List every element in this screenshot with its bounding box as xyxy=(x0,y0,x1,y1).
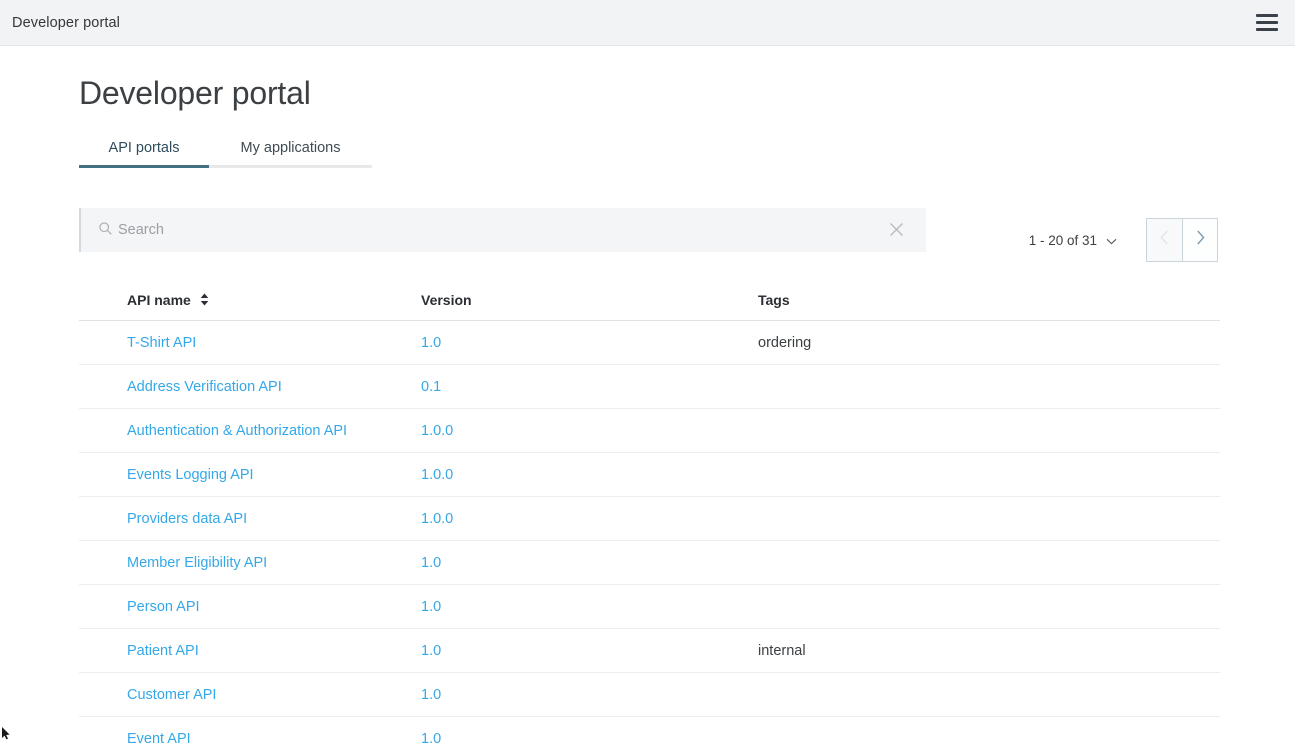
chevron-left-icon xyxy=(1160,230,1169,250)
cell-version: 1.0 xyxy=(421,585,758,629)
chevron-right-icon xyxy=(1196,230,1205,250)
page-range-label: 1 - 20 of 31 xyxy=(1029,233,1097,248)
search-input[interactable] xyxy=(81,208,926,252)
table-header: API name Version Tags xyxy=(79,292,1220,321)
previous-page-button[interactable] xyxy=(1146,218,1182,262)
table-body: T-Shirt API1.0orderingAddress Verificati… xyxy=(79,321,1220,745)
search-icon xyxy=(99,222,112,235)
api-name-link[interactable]: Customer API xyxy=(127,687,216,703)
cell-api-name: Authentication & Authorization API xyxy=(79,409,421,453)
cell-version: 0.1 xyxy=(421,365,758,409)
table-row[interactable]: Event API 1.0 xyxy=(79,717,1220,745)
table-row[interactable]: Member Eligibility API 1.0 xyxy=(79,541,1220,585)
api-name-link[interactable]: Address Verification API xyxy=(127,379,282,395)
api-version-link[interactable]: 1.0 xyxy=(421,599,441,615)
table-row[interactable]: T-Shirt API 1.0 ordering xyxy=(79,321,1220,365)
cell-api-name: T-Shirt API xyxy=(79,321,421,365)
api-name-link[interactable]: Providers data API xyxy=(127,511,247,527)
table-header-row: API name Version Tags xyxy=(79,292,1220,321)
api-name-link[interactable]: Person API xyxy=(127,599,200,615)
controls-row: 1 - 20 of 31 xyxy=(79,208,1295,262)
cell-tags xyxy=(758,409,1220,453)
mouse-cursor-artifact xyxy=(2,727,11,740)
cell-tags xyxy=(758,541,1220,585)
table-row[interactable]: Address Verification API 0.1 xyxy=(79,365,1220,409)
cell-tags: internal xyxy=(758,629,1220,673)
tab-my-applications[interactable]: My applications xyxy=(209,140,372,168)
api-name-link[interactable]: Authentication & Authorization API xyxy=(127,423,347,439)
cell-tags xyxy=(758,673,1220,717)
api-version-link[interactable]: 1.0 xyxy=(421,335,441,351)
column-header-tags: Tags xyxy=(758,292,1220,321)
tab-api-portals[interactable]: API portals xyxy=(79,140,209,168)
api-version-link[interactable]: 1.0 xyxy=(421,731,441,745)
api-version-link[interactable]: 1.0 xyxy=(421,555,441,571)
api-version-link[interactable]: 0.1 xyxy=(421,379,441,395)
cell-version: 1.0.0 xyxy=(421,497,758,541)
api-name-link[interactable]: T-Shirt API xyxy=(127,335,196,351)
pagination: 1 - 20 of 31 xyxy=(1029,208,1218,262)
api-name-link[interactable]: Member Eligibility API xyxy=(127,555,267,571)
cell-api-name: Patient API xyxy=(79,629,421,673)
next-page-button[interactable] xyxy=(1182,218,1218,262)
api-name-link[interactable]: Patient API xyxy=(127,643,199,659)
cell-api-name: Events Logging API xyxy=(79,453,421,497)
hamburger-line xyxy=(1256,14,1278,17)
cell-api-name: Event API xyxy=(79,717,421,745)
search-box[interactable] xyxy=(79,208,926,252)
tab-bar: API portals My applications xyxy=(79,140,372,168)
chevron-down-icon xyxy=(1106,233,1117,248)
cell-tags xyxy=(758,365,1220,409)
table-row[interactable]: Authentication & Authorization API 1.0.0 xyxy=(79,409,1220,453)
api-name-link[interactable]: Events Logging API xyxy=(127,467,254,483)
table-row[interactable]: Events Logging API 1.0.0 xyxy=(79,453,1220,497)
cell-tags: ordering xyxy=(758,321,1220,365)
cell-version: 1.0.0 xyxy=(421,453,758,497)
sort-arrows-icon[interactable] xyxy=(200,293,209,309)
table-row[interactable]: Customer API 1.0 xyxy=(79,673,1220,717)
hamburger-line xyxy=(1256,28,1278,31)
pagination-buttons xyxy=(1146,218,1218,262)
column-header-version: Version xyxy=(421,292,758,321)
page-title: Developer portal xyxy=(79,75,1295,112)
cell-version: 1.0 xyxy=(421,717,758,745)
cell-version: 1.0 xyxy=(421,321,758,365)
close-icon[interactable] xyxy=(889,222,904,237)
page-content: Developer portal API portals My applicat… xyxy=(0,75,1295,745)
api-name-link[interactable]: Event API xyxy=(127,731,191,745)
cell-tags xyxy=(758,497,1220,541)
table-row[interactable]: Person API 1.0 xyxy=(79,585,1220,629)
api-version-link[interactable]: 1.0 xyxy=(421,643,441,659)
page-range-dropdown[interactable]: 1 - 20 of 31 xyxy=(1029,233,1117,248)
api-version-link[interactable]: 1.0.0 xyxy=(421,423,453,439)
cell-version: 1.0 xyxy=(421,629,758,673)
column-header-api-name[interactable]: API name xyxy=(79,292,421,321)
app-title: Developer portal xyxy=(12,15,120,31)
cell-tags xyxy=(758,585,1220,629)
hamburger-line xyxy=(1256,21,1278,24)
table-row[interactable]: Patient API 1.0 internal xyxy=(79,629,1220,673)
api-version-link[interactable]: 1.0 xyxy=(421,687,441,703)
cell-api-name: Customer API xyxy=(79,673,421,717)
cell-tags xyxy=(758,453,1220,497)
cell-api-name: Providers data API xyxy=(79,497,421,541)
top-bar: Developer portal xyxy=(0,0,1295,46)
api-list-table: API name Version Tags T-Shirt API 1.0 orde… xyxy=(79,292,1220,745)
cell-version: 1.0 xyxy=(421,541,758,585)
cell-api-name: Address Verification API xyxy=(79,365,421,409)
cell-version: 1.0 xyxy=(421,673,758,717)
cell-tags xyxy=(758,717,1220,745)
hamburger-menu-icon[interactable] xyxy=(1256,14,1278,31)
column-header-api-name-label: API name xyxy=(127,292,191,308)
cell-api-name: Member Eligibility API xyxy=(79,541,421,585)
table-row[interactable]: Providers data API 1.0.0 xyxy=(79,497,1220,541)
cell-version: 1.0.0 xyxy=(421,409,758,453)
cell-api-name: Person API xyxy=(79,585,421,629)
api-version-link[interactable]: 1.0.0 xyxy=(421,467,453,483)
api-version-link[interactable]: 1.0.0 xyxy=(421,511,453,527)
